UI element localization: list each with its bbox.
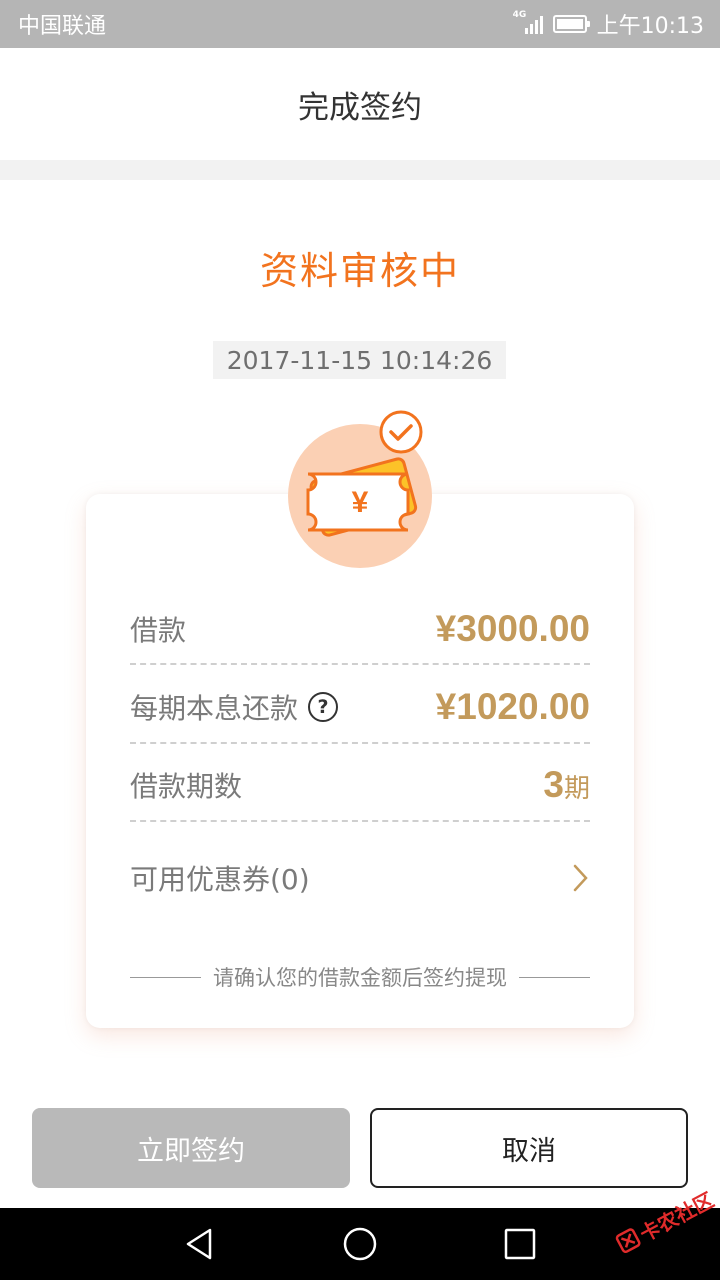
- status-right: 4G 上午10:13: [513, 8, 704, 40]
- clock: 上午10:13: [596, 14, 704, 39]
- loan-amount-label: 借款: [130, 614, 187, 647]
- review-timestamp: 2017-11-15 10:14:26: [213, 341, 506, 379]
- signal-icon: 4G: [513, 10, 543, 34]
- review-status: 资料审核中: [259, 249, 460, 293]
- loan-amount-row: 借款 ¥3000.00: [130, 604, 590, 654]
- page-header: 完成签约: [0, 48, 720, 160]
- row-divider: [130, 663, 590, 665]
- square-recent-icon[interactable]: [502, 1226, 538, 1262]
- terms-value-group: 3期: [543, 764, 590, 806]
- terms-unit: 期: [563, 773, 590, 803]
- battery-icon: [552, 15, 590, 33]
- row-divider: [130, 820, 590, 822]
- svg-text:¥: ¥: [352, 486, 369, 519]
- question-circle-icon[interactable]: ?: [308, 692, 339, 722]
- row-divider: [130, 742, 590, 744]
- chevron-right-icon: [573, 864, 588, 892]
- confirm-note-text: 请确认您的借款金额后签约提现: [213, 966, 507, 990]
- header-divider: [0, 160, 720, 180]
- terms-label: 借款期数: [130, 770, 243, 803]
- triangle-back-icon[interactable]: [182, 1226, 218, 1262]
- installment-label-group: 每期本息还款 ?: [130, 687, 339, 727]
- circle-home-icon[interactable]: [342, 1226, 378, 1262]
- check-badge-icon: [379, 410, 423, 454]
- page-title: 完成签约: [298, 89, 422, 126]
- installment-value: ¥1020.00: [435, 686, 590, 727]
- installment-row: 每期本息还款 ? ¥1020.00: [130, 682, 590, 732]
- cancel-button[interactable]: 取消: [370, 1108, 688, 1188]
- loan-amount-value: ¥3000.00: [435, 608, 590, 649]
- money-ticket-icon: ¥: [288, 410, 432, 568]
- sign-now-button[interactable]: 立即签约: [32, 1108, 350, 1188]
- terms-row: 借款期数 3期: [130, 760, 590, 810]
- confirm-note: 请确认您的借款金额后签约提现: [130, 962, 590, 992]
- status-bar: 中国联通 4G 上午10:13: [0, 0, 720, 48]
- note-line-right: [519, 976, 590, 978]
- carrier-label: 中国联通: [18, 14, 107, 39]
- coupon-row[interactable]: 可用优惠券(0): [130, 853, 590, 903]
- installment-label: 每期本息还款: [130, 692, 299, 725]
- note-line-left: [130, 976, 201, 978]
- network-type: 4G: [512, 10, 527, 20]
- coupon-label: 可用优惠券(0): [130, 863, 310, 896]
- terms-value: 3: [543, 764, 564, 805]
